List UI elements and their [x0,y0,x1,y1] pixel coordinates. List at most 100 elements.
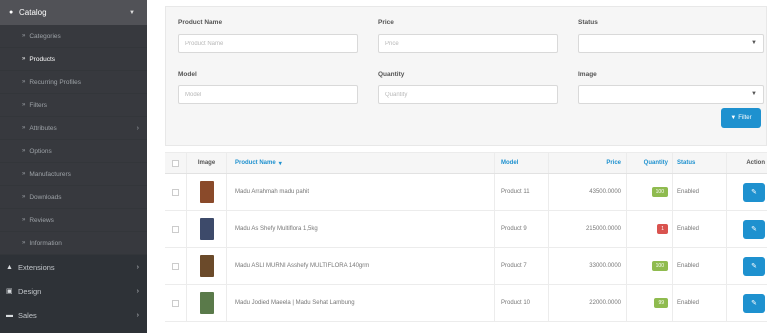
sidebar-item-label: Recurring Profiles [29,78,82,86]
nav-item-design[interactable]: ▣ Design › [0,279,147,303]
price-input[interactable] [378,34,558,53]
status-label: Status [578,19,598,26]
arrow-right-icon: » [22,79,26,85]
product-table: Image Product Name ▾ Model Price Quantit… [165,152,767,322]
sidebar: ● Catalog ▼ » Categories» Products» Recurri… [0,0,147,333]
nav-item-sales[interactable]: ▬ Sales › [0,303,147,327]
header-model-label: Model [501,160,519,166]
arrow-right-icon: » [22,56,26,62]
edit-button[interactable]: ✎ [743,182,765,202]
arrow-right-icon: » [22,125,26,131]
header-product-name[interactable]: Product Name ▾ [227,153,495,173]
sidebar-item-recurring-profiles[interactable]: » Recurring Profiles [0,71,147,94]
image-select[interactable]: ▼ [578,85,764,104]
header-quantity-label: Quantity [643,160,668,166]
chevron-right-icon: › [136,263,139,271]
product-image-cell [187,285,227,321]
action-cell: ✎ [727,285,767,321]
sidebar-item-categories[interactable]: » Categories [0,25,147,48]
chevron-down-icon: ▼ [751,91,757,97]
pencil-icon: ✎ [751,226,757,233]
header-status-label: Status [677,160,696,166]
header-status[interactable]: Status [673,153,727,173]
sidebar-item-manufacturers[interactable]: » Manufacturers [0,163,147,186]
price-cell: 215000.0000 [549,211,627,247]
quantity-cell: 99 [627,285,673,321]
product-name-label: Product Name [178,19,223,26]
arrow-right-icon: » [22,194,26,200]
table-row: Madu Arrahmah madu pahit Product 11 43500.… [165,174,767,211]
header-action: Action [746,160,765,166]
row-checkbox[interactable] [172,225,179,233]
quantity-badge: 99 [654,298,668,308]
quantity-cell: 1 [627,211,673,247]
header-quantity[interactable]: Quantity [627,153,673,173]
edit-button[interactable]: ✎ [743,256,765,276]
cart-icon: ▬ [6,311,13,319]
select-all-checkbox[interactable] [172,159,179,167]
sidebar-item-label: Categories [29,32,61,40]
status-cell: Enabled [673,211,727,247]
quantity-label: Quantity [378,71,405,78]
header-model[interactable]: Model [495,153,549,173]
filter-button-label: Filter [738,115,752,121]
nav-item-extensions[interactable]: ▲ Extensions › [0,255,147,279]
chevron-down-icon: ▼ [129,9,135,16]
table-body: Madu Arrahmah madu pahit Product 11 43500.… [165,174,767,322]
header-price-label: Price [606,160,621,166]
sidebar-item-options[interactable]: » Options [0,140,147,163]
row-checkbox[interactable] [172,262,179,270]
model-label: Model [178,71,197,78]
filter-button[interactable]: ▼ Filter [721,108,761,128]
row-checkbox[interactable] [172,299,179,307]
product-name-cell: Madu Jodied Maeela | Madu Sehat Lambung [227,285,495,321]
sidebar-item-label: Information [29,239,62,247]
status-cell: Enabled [673,285,727,321]
model-cell: Product 11 [495,174,549,210]
model-cell: Product 10 [495,285,549,321]
catalog-submenu: » Categories» Products» Recurring Profiles»… [0,25,147,255]
product-thumbnail [199,181,214,203]
status-select[interactable]: ▼ [578,34,764,53]
pencil-icon: ✎ [751,189,757,196]
sidebar-item-label: Manufacturers [29,170,71,178]
sort-down-icon: ▾ [278,160,282,167]
product-image-cell [187,174,227,210]
header-image: Image [187,153,227,173]
sidebar-item-filters[interactable]: » Filters [0,94,147,117]
header-price[interactable]: Price [549,153,627,173]
sidebar-item-attributes[interactable]: » Attributes › [0,117,147,140]
arrow-right-icon: » [22,171,26,177]
quantity-cell: 100 [627,248,673,284]
quantity-badge: 100 [651,187,668,197]
edit-button[interactable]: ✎ [743,293,765,313]
model-cell: Product 7 [495,248,549,284]
arrow-right-icon: » [22,240,26,246]
chevron-right-icon: › [136,311,139,319]
sidebar-item-information[interactable]: » Information [0,232,147,255]
edit-button[interactable]: ✎ [743,219,765,239]
arrow-right-icon: » [22,102,26,108]
product-image-cell [187,248,227,284]
action-cell: ✎ [727,211,767,247]
sidebar-item-reviews[interactable]: » Reviews [0,209,147,232]
product-thumbnail [199,218,214,240]
product-thumbnail [199,292,214,314]
model-input[interactable] [178,85,358,104]
nav-item-catalog[interactable]: ● Catalog ▼ [0,0,147,25]
product-name-input[interactable] [178,34,358,53]
chevron-down-icon: ▼ [751,40,757,46]
sidebar-item-downloads[interactable]: » Downloads [0,186,147,209]
sidebar-item-label: Attributes [29,124,57,132]
row-checkbox[interactable] [172,188,179,196]
price-cell: 33000.0000 [549,248,627,284]
table-header: Image Product Name ▾ Model Price Quantit… [165,152,767,174]
sidebar-item-products[interactable]: » Products [0,48,147,71]
sidebar-item-label: Downloads [29,193,62,201]
quantity-input[interactable] [378,85,558,104]
chevron-right-icon: › [136,124,139,132]
product-image-cell [187,211,227,247]
sidebar-item-label: Reviews [29,216,54,224]
main-menu: ▲ Extensions › ▣ Design › ▬ Sales › [0,255,147,327]
model-cell: Product 9 [495,211,549,247]
